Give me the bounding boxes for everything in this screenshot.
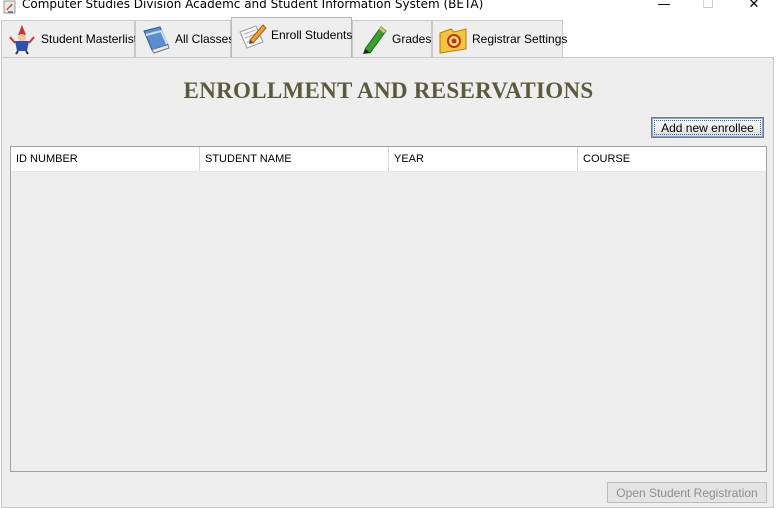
tab-label: Enroll Students xyxy=(271,28,353,42)
tab-strip: Student Masterlist All Classes Enroll St… xyxy=(0,14,776,58)
page-title: ENROLLMENT AND RESERVATIONS xyxy=(183,78,594,103)
column-header-id-number[interactable]: ID NUMBER xyxy=(11,147,200,171)
tab-label: Grades xyxy=(392,32,432,46)
tab-student-masterlist[interactable]: Student Masterlist xyxy=(1,20,138,57)
tab-label: Registrar Settings xyxy=(472,32,568,46)
maximize-button[interactable]: ☐ xyxy=(694,0,722,14)
tab-grades[interactable]: Grades xyxy=(352,20,432,57)
enrollees-table[interactable]: ID NUMBER STUDENT NAME YEAR COURSE xyxy=(10,146,767,472)
enroll-students-panel: ENROLLMENT AND RESERVATIONS Add new enro… xyxy=(1,57,774,508)
window-title: Computer Studies Division Academc and St… xyxy=(22,0,484,11)
tab-label: All Classes xyxy=(175,32,235,46)
green-pencil-icon xyxy=(363,26,387,54)
tab-registrar-settings[interactable]: Registrar Settings xyxy=(432,20,567,57)
books-icon xyxy=(143,26,170,54)
column-header-year[interactable]: YEAR xyxy=(389,147,578,171)
tab-label: Student Masterlist xyxy=(41,32,138,46)
folder-settings-icon xyxy=(439,28,467,54)
minimize-button[interactable]: — xyxy=(650,0,678,14)
open-student-registration-button[interactable]: Open Student Registration xyxy=(607,482,767,503)
java-app-icon xyxy=(3,0,16,14)
table-header: ID NUMBER STUDENT NAME YEAR COURSE xyxy=(11,147,766,172)
add-new-enrollee-button[interactable]: Add new enrollee xyxy=(651,117,764,138)
title-bar: Computer Studies Division Academc and St… xyxy=(0,0,776,14)
column-header-student-name[interactable]: STUDENT NAME xyxy=(200,147,389,171)
column-header-course[interactable]: COURSE xyxy=(578,147,766,171)
tab-enroll-students[interactable]: Enroll Students xyxy=(231,17,352,58)
pencil-paper-icon xyxy=(239,24,267,49)
close-button[interactable]: ✕ xyxy=(740,0,768,14)
tab-all-classes[interactable]: All Classes xyxy=(135,20,235,57)
wizard-icon xyxy=(9,25,35,55)
